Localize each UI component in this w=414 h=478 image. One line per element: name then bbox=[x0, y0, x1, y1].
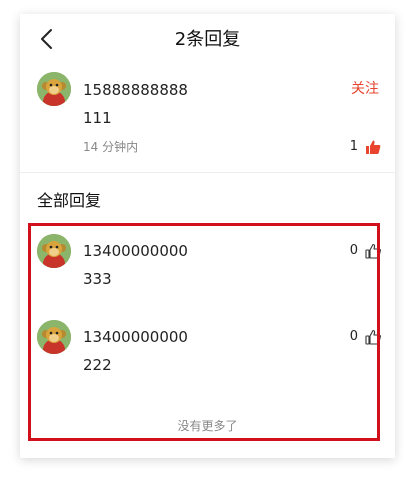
highlight-box bbox=[28, 223, 380, 441]
follow-button[interactable]: 关注 bbox=[351, 79, 379, 99]
monkey-avatar-icon bbox=[37, 72, 71, 106]
comment-time: 14 分钟内 bbox=[83, 140, 139, 154]
reply-card: 2条回复 15888888888 关注 111 14 分钟内 1 全部回复 13… bbox=[20, 14, 395, 458]
comment-text: 111 bbox=[83, 109, 112, 127]
thumbs-up-filled-icon[interactable] bbox=[365, 139, 381, 155]
comment-username[interactable]: 15888888888 bbox=[83, 80, 188, 100]
section-title: 全部回复 bbox=[37, 191, 102, 210]
like-count: 1 bbox=[349, 139, 358, 154]
avatar[interactable] bbox=[37, 72, 71, 106]
nav-bar: 2条回复 bbox=[20, 14, 395, 66]
page-title: 2条回复 bbox=[174, 29, 241, 50]
divider bbox=[20, 172, 395, 173]
page: 2条回复 15888888888 关注 111 14 分钟内 1 全部回复 13… bbox=[0, 0, 414, 478]
